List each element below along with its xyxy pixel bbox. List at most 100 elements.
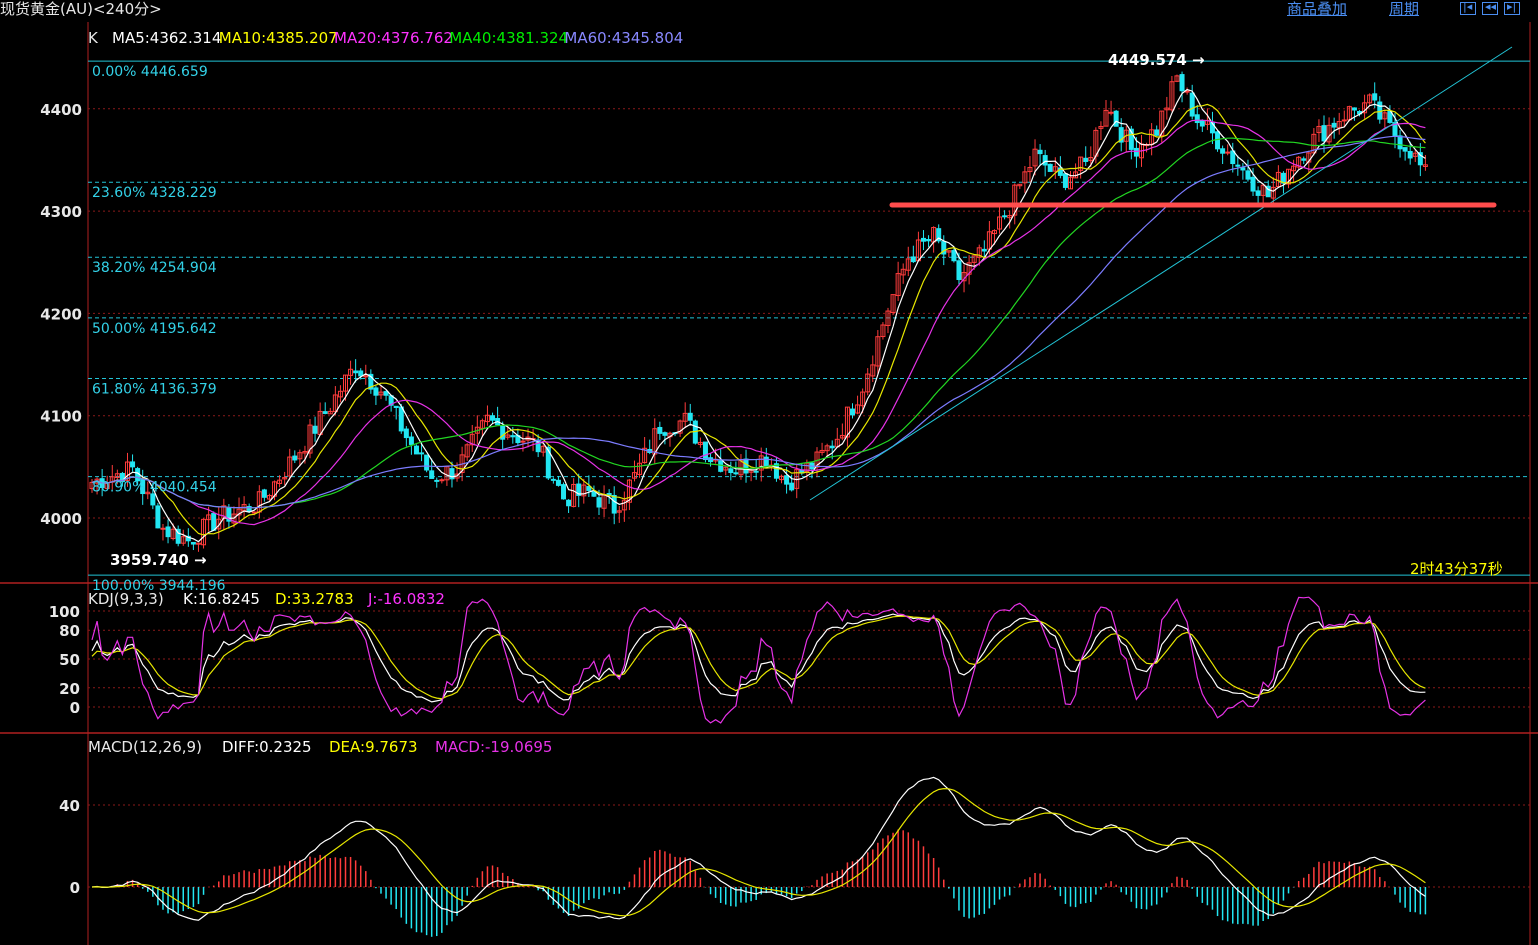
top-bar: 现货黄金(AU)<240分> 商品叠加 周期 |◂ ◂◂ ▸| — [0, 0, 1538, 20]
candle-body — [155, 505, 161, 529]
candle-body — [951, 250, 957, 262]
candle-body — [743, 458, 749, 474]
y-tick-label: 4400 — [40, 101, 82, 119]
candle-body — [520, 440, 526, 443]
kdj-y-tick: 50 — [59, 651, 80, 669]
candle-body — [1189, 92, 1195, 117]
candle-body — [1002, 215, 1008, 218]
period-link[interactable]: 周期 — [1389, 0, 1419, 19]
candle-body — [363, 375, 369, 378]
candle-body — [1133, 147, 1139, 157]
candle-body — [439, 479, 445, 482]
candle-body — [763, 456, 769, 467]
candle-body — [910, 256, 916, 263]
candle-body — [702, 441, 708, 461]
fib-label: 23.60% 4328.229 — [92, 185, 217, 201]
candle-body — [728, 468, 734, 474]
candle-body — [358, 370, 364, 377]
macd-dea-line — [91, 787, 1426, 917]
candle-body — [784, 475, 790, 485]
page-next-icon[interactable]: ▸| — [1504, 0, 1520, 15]
high-annotation: 4449.574 → — [1108, 51, 1205, 69]
candle-body — [261, 489, 267, 498]
y-tick-label: 4300 — [40, 203, 82, 221]
macd-macd-value: MACD:-19.0695 — [435, 738, 552, 756]
candle-body — [292, 455, 298, 461]
candle-body — [718, 460, 724, 472]
macd-diff-value: DIFF:0.2325 — [222, 738, 312, 756]
candle-body — [662, 432, 668, 436]
candle-body — [611, 494, 617, 514]
candle-body — [1407, 150, 1413, 159]
kdj-label: KDJ(9,3,3) — [88, 590, 164, 608]
candle-body — [211, 512, 217, 531]
candle-body — [1377, 101, 1383, 120]
ma-legend: MA10:4385.207 — [219, 29, 338, 47]
candle-body — [1154, 129, 1160, 136]
candle-body — [789, 482, 795, 491]
candle-body — [1194, 114, 1200, 124]
ma-legend: MA40:4381.324 — [449, 29, 568, 47]
main-label: K — [88, 29, 99, 47]
candle-body — [510, 435, 516, 438]
candle-body — [1341, 119, 1347, 122]
candle-body — [1402, 147, 1408, 152]
countdown-label: 2时43分37秒 — [1410, 560, 1503, 578]
kdj-y-tick: 0 — [70, 699, 80, 717]
candle-body — [373, 387, 379, 396]
candle-body — [353, 370, 359, 374]
candle-body — [419, 452, 425, 455]
candle-body — [687, 412, 693, 421]
candle-body — [1199, 120, 1205, 127]
candle-body — [160, 527, 166, 530]
candle-body — [165, 526, 171, 538]
low-annotation: 3959.740 → — [110, 551, 207, 569]
ma40-line — [91, 137, 1426, 509]
candle-body — [981, 248, 987, 252]
candle-body — [1179, 74, 1185, 92]
y-tick-label: 4100 — [40, 408, 82, 426]
ma-legend: MA20:4376.762 — [334, 29, 453, 47]
macd-y-tick: 40 — [59, 797, 80, 815]
candle-body — [1331, 122, 1337, 128]
fib-label: 61.80% 4136.379 — [92, 381, 217, 397]
ma-legend: MA60:4345.804 — [564, 29, 683, 47]
chart-canvas: 4400 4300 4200 4100 40 0 0 0.00% 4446.659 23.60%… — [0, 22, 1538, 945]
fib-label: 38.20% 4254.904 — [92, 260, 217, 276]
candle-body — [1108, 111, 1114, 114]
candle-body — [1245, 170, 1251, 180]
candle-body — [550, 478, 556, 481]
candle-body — [434, 479, 440, 482]
kdj-d-value: D:33.2783 — [275, 590, 354, 608]
macd-label: MACD(12,26,9) — [88, 738, 202, 756]
kdj-j-value: J:-16.0832 — [367, 590, 445, 608]
macd-dea-value: DEA:9.7673 — [329, 738, 418, 756]
candle-body — [850, 408, 855, 416]
candle-body — [403, 428, 409, 439]
y-tick-label: 4200 — [40, 305, 82, 323]
candle-body — [956, 260, 962, 280]
ma-legend: MA5:4362.314 — [112, 29, 221, 47]
page-prev-icon[interactable]: ◂◂ — [1482, 0, 1498, 15]
chart-title: 现货黄金(AU)<240分> — [0, 0, 162, 18]
candle-body — [1113, 110, 1119, 127]
fib-label: 50.00% 4195.642 — [92, 321, 217, 337]
candle-body — [1321, 125, 1327, 142]
candle-body — [926, 239, 932, 242]
candle-body — [130, 461, 136, 468]
candle-body — [1240, 167, 1246, 171]
kdj-y-tick: 80 — [59, 622, 80, 640]
candle-body — [1062, 173, 1068, 188]
candle-body — [1220, 148, 1226, 154]
candle-body — [413, 445, 419, 455]
candle-body — [1397, 135, 1403, 150]
fib-label: 0.00% 4446.659 — [92, 64, 208, 80]
macd-y-tick: 0 — [70, 879, 80, 897]
kdj-k-value: K:16.8245 — [183, 590, 260, 608]
page-first-icon[interactable]: |◂ — [1460, 0, 1476, 15]
candle-body — [1235, 164, 1241, 167]
candle-body — [555, 479, 561, 486]
candle-body — [1225, 151, 1231, 154]
kdj-y-tick: 100 — [49, 603, 80, 621]
overlay-link[interactable]: 商品叠加 — [1287, 0, 1347, 19]
